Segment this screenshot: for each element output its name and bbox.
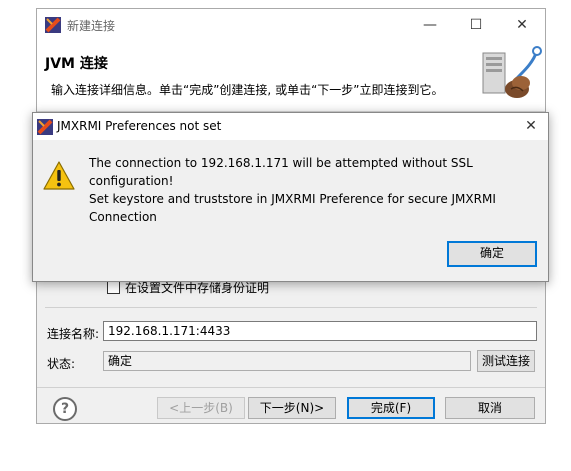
wizard-header: JVM 连接 输入连接详细信息。单击“完成”创建连接, 或单击“下一步”立即连接… [37, 41, 545, 112]
app-icon [45, 17, 61, 33]
status-label: 状态: [47, 357, 76, 371]
connection-name-label: 连接名称: [47, 327, 100, 341]
dialog-title: JMXRMI Preferences not set [57, 119, 222, 133]
divider [45, 307, 537, 308]
help-icon[interactable]: ? [53, 397, 77, 421]
dialog-titlebar: JMXRMI Preferences not set ✕ [33, 113, 548, 140]
minimize-button[interactable]: — [407, 9, 453, 41]
dialog-close-button[interactable]: ✕ [514, 113, 548, 140]
wizard-titlebar: 新建连接 — ☐ ✕ [37, 9, 545, 41]
dialog-message-line: Connection [89, 210, 157, 224]
save-credentials-label: 在设置文件中存储身份证明 [125, 281, 270, 295]
next-button[interactable]: 下一步(N)> [248, 397, 336, 419]
page-title: JVM 连接 [45, 56, 108, 72]
warning-icon [43, 161, 75, 190]
dialog-message-line: The connection to 192.168.1.171 will be … [89, 156, 473, 188]
jvm-connection-banner-icon [482, 46, 542, 98]
dialog-message: The connection to 192.168.1.171 will be … [89, 154, 539, 226]
page-description: 输入连接详细信息。单击“完成”创建连接, 或单击“下一步”立即连接到它。 [51, 83, 444, 97]
wizard-close-button[interactable]: ✕ [499, 9, 545, 41]
dialog-body: The connection to 192.168.1.171 will be … [33, 140, 548, 281]
wizard-title: 新建连接 [67, 19, 116, 33]
app-icon [37, 119, 53, 135]
dialog-message-line: Set keystore and truststore in JMXRMI Pr… [89, 192, 496, 206]
status-field: 确定 [103, 351, 471, 371]
ok-button[interactable]: 确定 [447, 241, 537, 267]
back-button[interactable]: <上一步(B) [157, 397, 245, 419]
ssl-warning-dialog: JMXRMI Preferences not set ✕ The connect… [32, 112, 549, 282]
maximize-button[interactable]: ☐ [453, 9, 499, 41]
connection-name-field[interactable]: 192.168.1.171:4433 [103, 321, 537, 341]
save-credentials-checkbox[interactable] [107, 281, 120, 294]
cancel-button[interactable]: 取消 [445, 397, 535, 419]
finish-button[interactable]: 完成(F) [347, 397, 435, 419]
footer-divider [37, 387, 545, 388]
test-connection-button[interactable]: 测试连接 [477, 350, 535, 372]
